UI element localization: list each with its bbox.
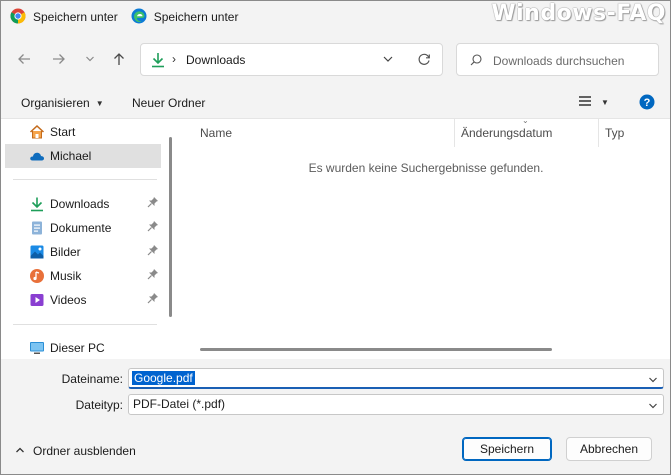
sidebar-item-bilder[interactable]: Bilder (5, 240, 161, 264)
documents-icon (29, 220, 45, 236)
chrome-icon (10, 8, 26, 27)
save-as-dialog: Speichern unter Speichern unter Windows-… (0, 0, 671, 475)
filename-label: Dateiname: (61, 372, 123, 386)
search-icon (470, 54, 482, 69)
column-header-date[interactable]: Änderungsdatum (461, 126, 552, 140)
refresh-icon[interactable] (417, 52, 431, 69)
address-bar[interactable]: › Downloads (140, 43, 443, 76)
help-button[interactable]: ? (639, 94, 655, 113)
column-divider[interactable] (454, 119, 455, 147)
organize-button[interactable]: Organisieren ▼ (21, 96, 104, 110)
command-bar: Organisieren ▼ Neuer Ordner ▼ ? (1, 89, 670, 117)
pin-icon[interactable] (147, 292, 159, 307)
recent-locations-button[interactable] (80, 50, 100, 70)
view-list-icon (578, 95, 592, 110)
sidebar-scrollbar[interactable] (169, 137, 172, 317)
filetype-select[interactable]: PDF-Datei (*.pdf) (128, 394, 664, 415)
computer-icon (29, 340, 45, 356)
filetype-value: PDF-Datei (*.pdf) (133, 397, 226, 411)
sidebar-item-label: Videos (50, 293, 87, 307)
music-icon (29, 268, 45, 284)
new-folder-label: Neuer Ordner (132, 96, 206, 110)
chevron-right-icon: › (172, 52, 176, 66)
sidebar-item-dieser-pc[interactable]: Dieser PC (5, 336, 161, 360)
column-header-type[interactable]: Typ (605, 126, 624, 140)
empty-results-message: Es wurden keine Suchergebnisse gefunden. (308, 161, 544, 175)
arrow-up-icon (112, 52, 126, 69)
sidebar-item-label: Musik (50, 269, 82, 283)
title-text: Speichern unter (33, 10, 118, 24)
organize-label: Organisieren (21, 96, 90, 110)
home-icon (29, 124, 45, 140)
sort-chevron-icon: ⌄ (522, 116, 529, 125)
cancel-button[interactable]: Abbrechen (566, 437, 652, 461)
onedrive-cloud-icon (29, 148, 45, 164)
view-options-button[interactable]: ▼ (578, 95, 609, 110)
arrow-right-icon (52, 52, 66, 69)
pin-icon[interactable] (147, 220, 159, 235)
up-button[interactable] (109, 50, 129, 70)
search-box[interactable] (456, 43, 659, 76)
pin-icon[interactable] (147, 244, 159, 259)
sidebar-item-label: Dieser PC (50, 341, 105, 355)
chevron-up-icon (15, 444, 25, 458)
horizontal-scrollbar[interactable] (200, 348, 552, 351)
title-edge: Speichern unter (118, 1, 239, 33)
address-path: Downloads (186, 53, 246, 67)
navigation-bar: › Downloads (1, 41, 670, 79)
column-header-name[interactable]: Name (200, 126, 232, 140)
videos-icon (29, 292, 45, 308)
sidebar-item-michael[interactable]: Michael (5, 144, 161, 168)
filetype-label: Dateityp: (75, 398, 123, 412)
sidebar-item-start[interactable]: Start (5, 120, 161, 144)
svg-text:?: ? (644, 97, 651, 109)
edge-icon (131, 8, 147, 27)
forward-button[interactable] (49, 50, 69, 70)
chevron-down-icon[interactable] (648, 374, 658, 388)
sidebar-item-musik[interactable]: Musik (5, 264, 161, 288)
pictures-icon (29, 244, 45, 260)
sidebar-item-label: Downloads (50, 197, 110, 211)
title-bar: Speichern unter Speichern unter Windows-… (1, 1, 670, 33)
sidebar-item-label: Start (50, 125, 76, 139)
file-list: Name ⌄ Änderungsdatum Typ Es wurden kein… (182, 116, 670, 360)
column-divider[interactable] (598, 119, 599, 147)
search-input[interactable] (493, 52, 653, 69)
help-icon: ? (639, 94, 655, 113)
chevron-down-icon[interactable] (648, 400, 658, 414)
pin-icon[interactable] (147, 268, 159, 283)
pin-icon[interactable] (147, 196, 159, 211)
download-icon (151, 52, 165, 71)
sidebar-item-downloads[interactable]: Downloads (5, 192, 161, 216)
new-folder-button[interactable]: Neuer Ordner (132, 96, 205, 110)
filename-input[interactable]: Google.pdf (132, 371, 195, 385)
content-area: Start Michael Downloads Dokumente Bilder… (1, 116, 670, 360)
sidebar-item-videos[interactable]: Videos (5, 288, 161, 312)
navigation-pane: Start Michael Downloads Dokumente Bilder… (1, 119, 177, 360)
hide-folders-button[interactable]: Ordner ausblenden (15, 444, 136, 458)
sidebar-item-dokumente[interactable]: Dokumente (5, 216, 161, 240)
sidebar-item-label: Dokumente (50, 221, 112, 235)
filename-field[interactable]: Google.pdf (128, 368, 664, 389)
sidebar-divider (13, 324, 157, 325)
caret-down-icon: ▼ (601, 98, 609, 107)
save-button[interactable]: Speichern (462, 437, 552, 461)
watermark-logo: Windows-FAQ (491, 1, 666, 26)
address-dropdown-button[interactable] (382, 53, 394, 68)
title-chrome: Speichern unter (1, 1, 118, 33)
caret-down-icon: ▼ (95, 98, 104, 108)
chevron-down-icon (85, 53, 95, 67)
sidebar-item-label: Bilder (50, 245, 81, 259)
sidebar-item-label: Michael (50, 149, 92, 163)
sidebar-divider (13, 179, 157, 180)
download-icon (29, 196, 45, 212)
arrow-left-icon (17, 52, 31, 69)
title-text: Speichern unter (153, 10, 239, 24)
back-button[interactable] (14, 50, 34, 70)
hide-folders-label: Ordner ausblenden (33, 444, 136, 458)
